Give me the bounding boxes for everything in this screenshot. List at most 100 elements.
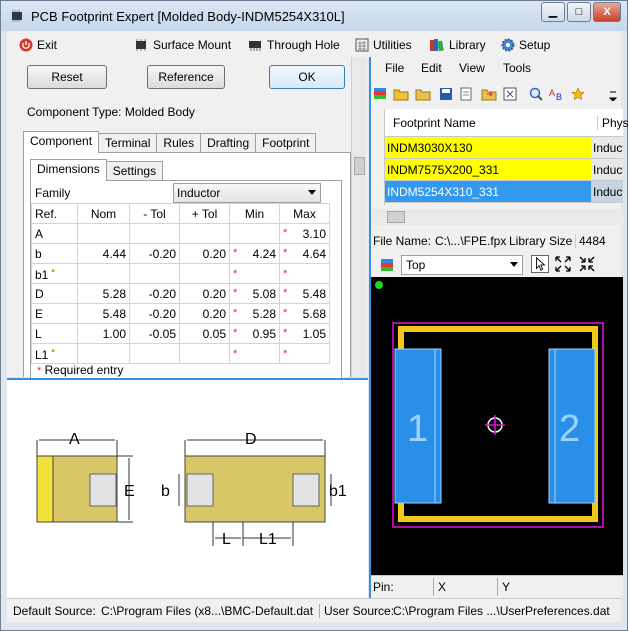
tab-rules[interactable]: Rules xyxy=(156,133,202,153)
cell-min[interactable]: * 5.08 xyxy=(229,283,280,304)
folder-icon[interactable] xyxy=(415,87,431,101)
zoom-fit-icon[interactable] xyxy=(555,256,571,272)
utilities-menu[interactable]: Utilities xyxy=(355,36,412,54)
import-icon[interactable] xyxy=(481,87,497,101)
cell-value: 5.28 xyxy=(102,286,126,301)
cell-ptol[interactable] xyxy=(179,223,230,244)
cell-nom[interactable]: 4.44 xyxy=(77,243,130,264)
search-icon[interactable] xyxy=(529,87,543,101)
dim-label-b: b xyxy=(161,483,170,500)
cell-mtol[interactable]: -0.20 xyxy=(129,283,180,304)
scrollbar-thumb[interactable] xyxy=(354,157,365,175)
layers-icon[interactable] xyxy=(373,87,387,101)
cell-mtol[interactable] xyxy=(129,263,180,284)
cell-max[interactable]: * xyxy=(279,343,330,364)
cell-mtol[interactable] xyxy=(129,223,180,244)
footprint-name: INDM7575X200_331 xyxy=(387,163,500,177)
cell-max[interactable]: * xyxy=(279,263,330,284)
cell-ptol[interactable]: 0.20 xyxy=(179,243,230,264)
minimize-button[interactable]: ▁ xyxy=(541,2,565,22)
cell-min[interactable] xyxy=(229,223,280,244)
x-coordinate: X xyxy=(433,578,450,596)
cell-nom[interactable] xyxy=(77,343,130,364)
cell-max[interactable]: * 3.10 xyxy=(279,223,330,244)
cell-nom[interactable]: 5.28 xyxy=(77,283,130,304)
cell-min[interactable]: * 5.28 xyxy=(229,303,280,324)
required-asterisk: * xyxy=(233,306,238,319)
lib-menu-edit[interactable]: Edit xyxy=(421,61,442,75)
save-icon[interactable] xyxy=(439,87,453,101)
reset-button[interactable]: Reset xyxy=(27,65,107,89)
reference-button[interactable]: Reference xyxy=(147,65,225,89)
cell-min[interactable]: * xyxy=(229,263,280,284)
cell-mtol[interactable] xyxy=(129,343,180,364)
cell-min[interactable]: * 4.24 xyxy=(229,243,280,264)
cell-min[interactable]: * 0.95 xyxy=(229,323,280,344)
cell-value: 4.44 xyxy=(102,246,126,261)
list-item[interactable]: INDM3030X130 Induct xyxy=(385,137,623,159)
tab-dimensions[interactable]: Dimensions xyxy=(30,159,107,181)
cell-mtol[interactable]: -0.20 xyxy=(129,303,180,324)
ok-button[interactable]: OK xyxy=(269,65,345,89)
cell-min[interactable]: * xyxy=(229,343,280,364)
cell-ptol[interactable] xyxy=(179,263,230,284)
cell-mtol[interactable]: -0.20 xyxy=(129,243,180,264)
cell-nom[interactable] xyxy=(77,223,130,244)
exit-menu[interactable]: Exit xyxy=(19,36,57,54)
table-row: E 5.48 -0.20 0.20 * 5.28 * 5.68 xyxy=(31,303,330,324)
layer-select[interactable]: Top xyxy=(401,255,523,275)
header-minus-tol: - Tol xyxy=(129,203,180,224)
cell-max[interactable]: * 1.05 xyxy=(279,323,330,344)
gear-icon xyxy=(501,38,515,52)
tab-drafting[interactable]: Drafting xyxy=(200,133,257,153)
through-hole-menu[interactable]: Through Hole xyxy=(247,36,340,54)
cell-nom[interactable] xyxy=(77,263,130,284)
spellcheck-icon[interactable]: AB xyxy=(549,87,565,101)
list-item[interactable]: INDM5254X310_331 Induct xyxy=(385,181,623,203)
setup-menu[interactable]: Setup xyxy=(501,36,550,54)
grid-hscrollbar[interactable] xyxy=(371,209,623,225)
cell-max[interactable]: * 5.48 xyxy=(279,283,330,304)
cell-max[interactable]: * 5.68 xyxy=(279,303,330,324)
table-row: L 1.00 -0.05 0.05 * 0.95 * 1.05 xyxy=(31,323,330,344)
document-icon[interactable] xyxy=(459,87,473,101)
footprint-name: INDM5254X310_331 xyxy=(387,185,500,199)
cell-ptol[interactable]: 0.05 xyxy=(179,323,230,344)
zoom-in-icon[interactable] xyxy=(579,256,595,272)
sub-tabs: Dimensions Settings xyxy=(30,159,164,181)
cell-value: 5.48 xyxy=(102,306,126,321)
open-folder-icon[interactable] xyxy=(393,87,409,101)
export-icon[interactable] xyxy=(503,87,517,101)
cell-ptol[interactable] xyxy=(179,343,230,364)
family-select[interactable]: Inductor xyxy=(173,183,321,203)
maximize-button[interactable]: □ xyxy=(567,2,591,22)
star-icon[interactable] xyxy=(571,87,585,101)
library-menu[interactable]: Library xyxy=(429,36,486,54)
lib-menu-view[interactable]: View xyxy=(459,61,485,75)
close-button[interactable]: X xyxy=(593,2,621,22)
cell-ref: D xyxy=(31,283,78,304)
overflow-icon[interactable] xyxy=(609,91,617,101)
cell-max[interactable]: * 4.64 xyxy=(279,243,330,264)
pin-label: Pin: xyxy=(373,580,394,594)
lib-menu-file[interactable]: File xyxy=(385,61,404,75)
tab-settings[interactable]: Settings xyxy=(105,161,164,181)
cell-ptol[interactable]: 0.20 xyxy=(179,283,230,304)
surface-mount-menu[interactable]: Surface Mount xyxy=(133,36,231,54)
required-asterisk: * xyxy=(283,347,288,360)
left-panel-scrollbar[interactable] xyxy=(351,57,367,377)
tab-terminal[interactable]: Terminal xyxy=(98,133,158,153)
hscroll-thumb[interactable] xyxy=(387,211,405,223)
list-item[interactable]: INDM7575X200_331 Induct xyxy=(385,159,623,181)
cell-mtol[interactable]: -0.05 xyxy=(129,323,180,344)
pointer-icon[interactable] xyxy=(531,255,549,273)
footprint-canvas[interactable]: 1 2 xyxy=(371,277,623,575)
cell-nom[interactable]: 1.00 xyxy=(77,323,130,344)
lib-menu-tools[interactable]: Tools xyxy=(503,61,531,75)
user-source-value: C:\Program Files ...\UserPreferences.dat xyxy=(393,604,610,618)
tab-component[interactable]: Component xyxy=(23,131,100,153)
main-tabs: Component Terminal Rules Drafting Footpr… xyxy=(23,131,317,153)
cell-ptol[interactable]: 0.20 xyxy=(179,303,230,324)
cell-nom[interactable]: 5.48 xyxy=(77,303,130,324)
tab-footprint[interactable]: Footprint xyxy=(255,133,317,153)
